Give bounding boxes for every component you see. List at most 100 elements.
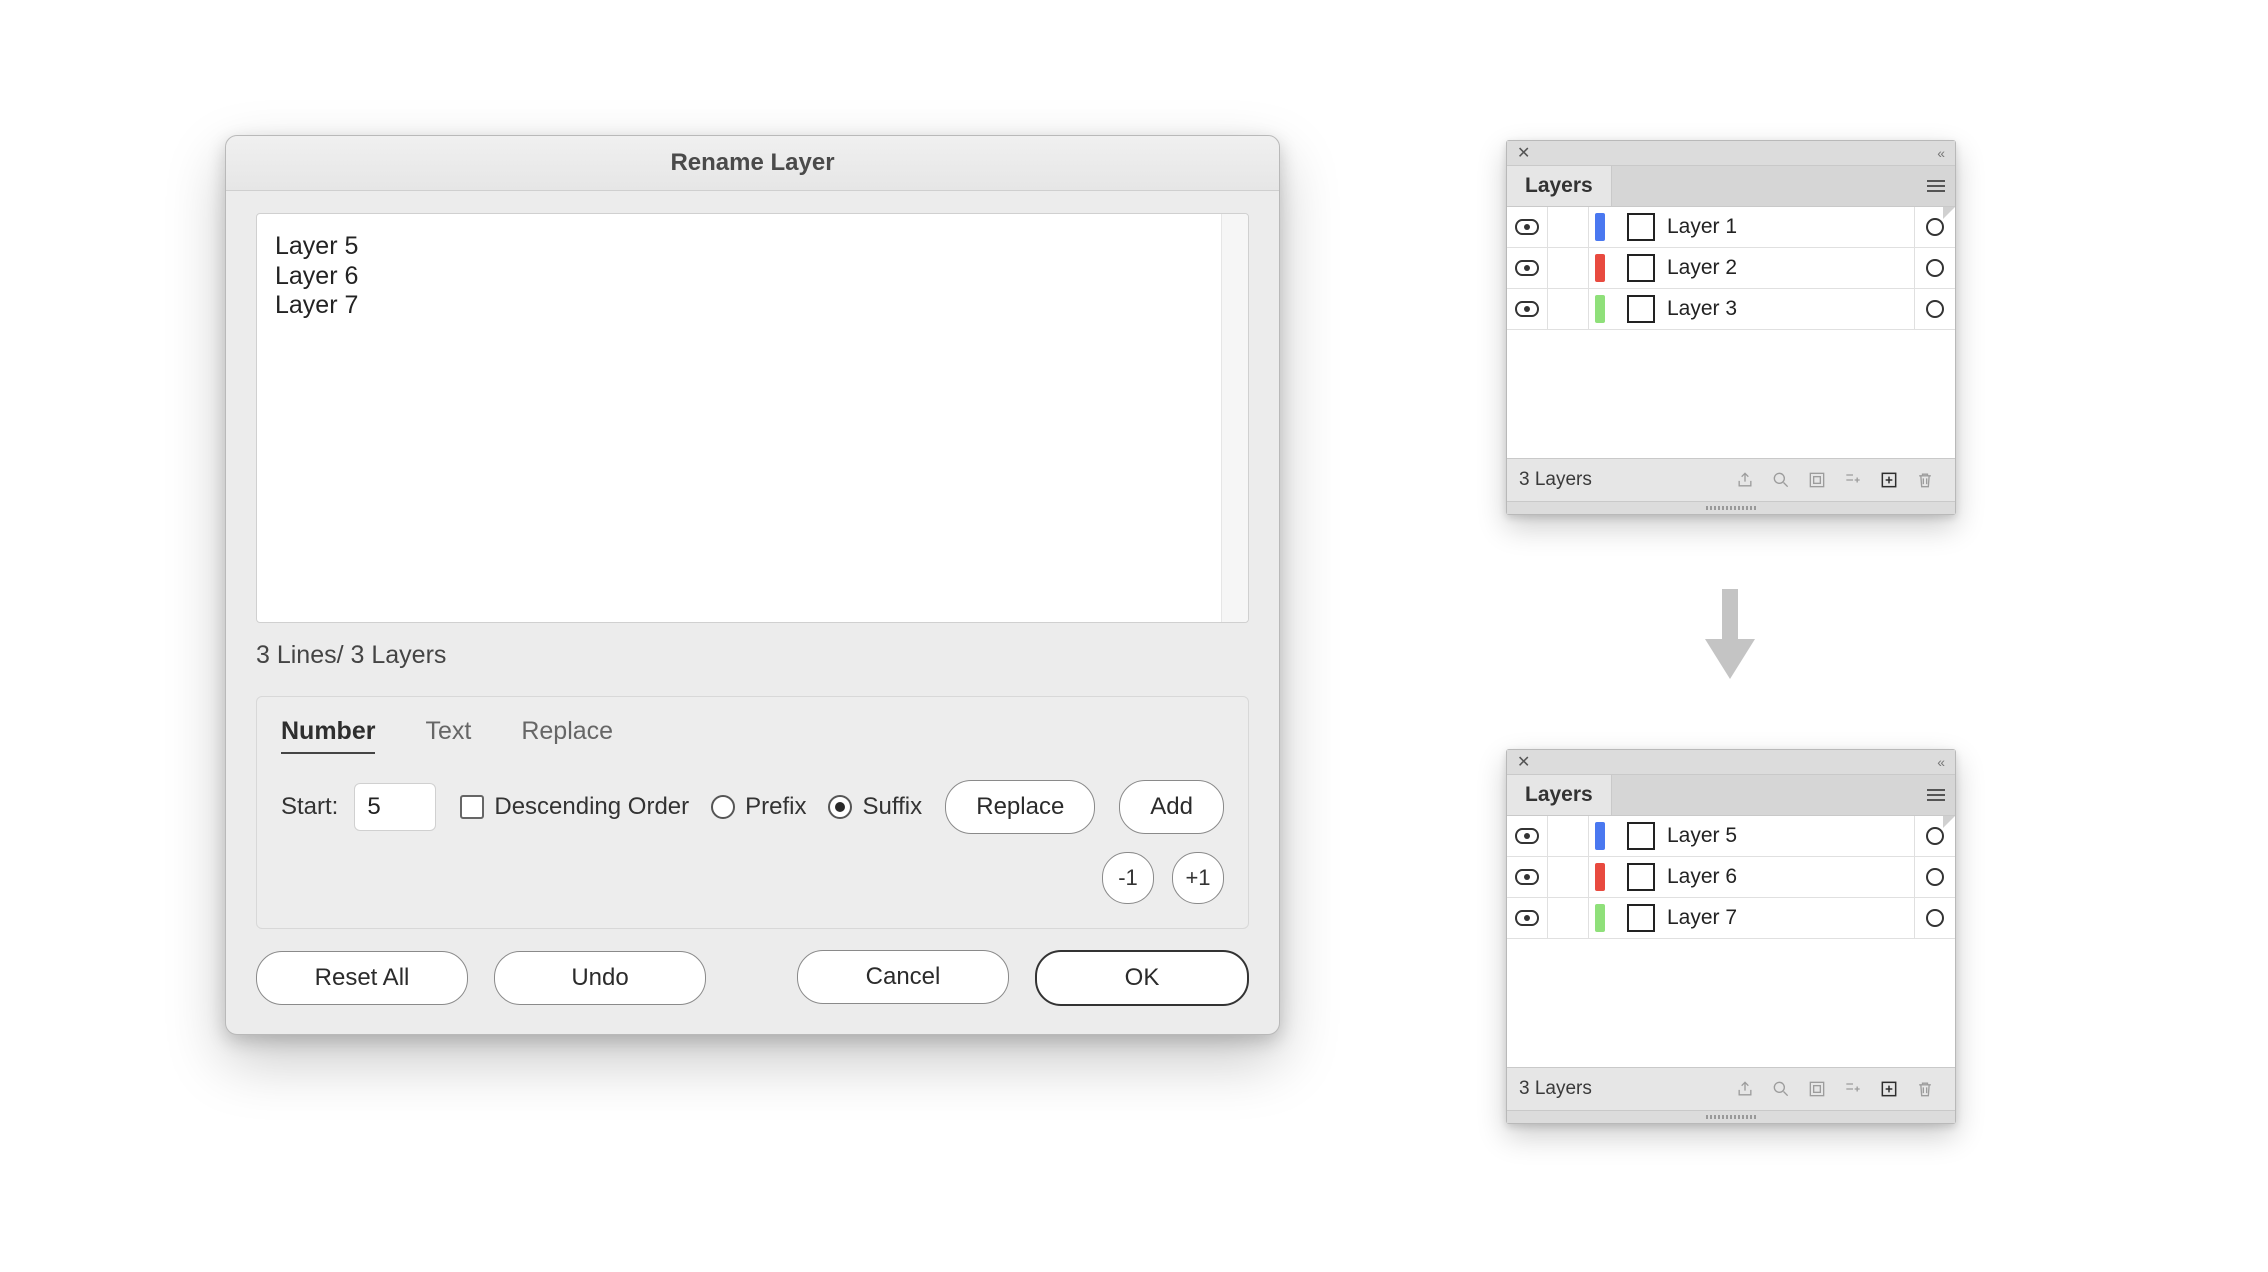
eye-icon xyxy=(1515,828,1539,844)
suffix-radio[interactable]: Suffix xyxy=(828,793,922,821)
descending-label: Descending Order xyxy=(494,793,689,821)
layer-row[interactable]: Layer 5 xyxy=(1507,816,1955,857)
trash-icon[interactable] xyxy=(1911,466,1939,494)
resize-grip[interactable] xyxy=(1507,1110,1955,1123)
panel-menu-icon[interactable] xyxy=(1927,789,1945,801)
export-icon[interactable] xyxy=(1731,466,1759,494)
preview-scrollbar[interactable] xyxy=(1221,214,1248,622)
panel-footer: 3 Layers xyxy=(1507,1067,1955,1110)
layers-tab[interactable]: Layers xyxy=(1507,166,1612,206)
start-input[interactable] xyxy=(354,783,436,831)
layer-color-chip xyxy=(1595,863,1605,891)
visibility-toggle[interactable] xyxy=(1507,207,1548,247)
radio-icon xyxy=(711,795,735,819)
new-layer-icon[interactable] xyxy=(1875,1075,1903,1103)
export-icon[interactable] xyxy=(1731,1075,1759,1103)
start-label: Start: xyxy=(281,793,338,821)
lock-column[interactable] xyxy=(1548,207,1589,247)
layer-row[interactable]: Layer 3 xyxy=(1507,289,1955,330)
options-dogear-icon[interactable] xyxy=(1943,816,1955,828)
visibility-toggle[interactable] xyxy=(1507,248,1548,288)
minus-one-button[interactable]: -1 xyxy=(1102,852,1154,904)
layer-thumbnail xyxy=(1627,295,1655,323)
descending-checkbox[interactable]: Descending Order xyxy=(460,793,689,821)
tab-replace[interactable]: Replace xyxy=(521,717,613,754)
target-toggle[interactable] xyxy=(1914,248,1955,288)
new-layer-icon[interactable] xyxy=(1875,466,1903,494)
target-icon xyxy=(1926,909,1944,927)
layers-panel-before: ✕ « Layers Layer 1 Layer 2 Layer 3 3 Layer… xyxy=(1506,140,1956,515)
layer-name[interactable]: Layer 7 xyxy=(1667,906,1914,930)
layer-thumbnail xyxy=(1627,863,1655,891)
add-button[interactable]: Add xyxy=(1119,780,1224,834)
eye-icon xyxy=(1515,869,1539,885)
tab-text[interactable]: Text xyxy=(425,717,471,754)
layer-row[interactable]: Layer 2 xyxy=(1507,248,1955,289)
close-icon[interactable]: ✕ xyxy=(1517,143,1530,163)
layers-list: Layer 1 Layer 2 Layer 3 xyxy=(1507,207,1955,330)
layer-name[interactable]: Layer 5 xyxy=(1667,824,1914,848)
search-icon[interactable] xyxy=(1767,466,1795,494)
panel-footer: 3 Layers xyxy=(1507,458,1955,501)
layer-thumbnail xyxy=(1627,822,1655,850)
clip-icon[interactable] xyxy=(1803,1075,1831,1103)
lock-column[interactable] xyxy=(1548,289,1589,329)
undo-button[interactable]: Undo xyxy=(494,951,706,1005)
sublayer-icon[interactable] xyxy=(1839,466,1867,494)
trash-icon[interactable] xyxy=(1911,1075,1939,1103)
lock-column[interactable] xyxy=(1548,898,1589,938)
visibility-toggle[interactable] xyxy=(1507,289,1548,329)
layer-row[interactable]: Layer 1 xyxy=(1507,207,1955,248)
tab-number[interactable]: Number xyxy=(281,717,375,754)
clip-icon[interactable] xyxy=(1803,466,1831,494)
layer-name[interactable]: Layer 1 xyxy=(1667,215,1914,239)
target-toggle[interactable] xyxy=(1914,289,1955,329)
target-toggle[interactable] xyxy=(1914,898,1955,938)
panel-topstrip[interactable]: ✕ « xyxy=(1507,141,1955,166)
dialog-footer: Reset All Undo Cancel OK xyxy=(256,950,1249,1006)
dialog-titlebar[interactable]: Rename Layer xyxy=(226,136,1279,191)
checkbox-icon xyxy=(460,795,484,819)
preview-text: Layer 5 Layer 6 Layer 7 xyxy=(275,232,1240,321)
preview-textarea[interactable]: Layer 5 Layer 6 Layer 7 xyxy=(256,213,1249,623)
lock-column[interactable] xyxy=(1548,857,1589,897)
replace-button[interactable]: Replace xyxy=(945,780,1095,834)
prefix-radio[interactable]: Prefix xyxy=(711,793,806,821)
resize-grip[interactable] xyxy=(1507,501,1955,514)
visibility-toggle[interactable] xyxy=(1507,898,1548,938)
collapse-icon[interactable]: « xyxy=(1937,145,1945,161)
rename-layer-dialog: Rename Layer Layer 5 Layer 6 Layer 7 3 L… xyxy=(225,135,1280,1035)
layer-color-chip xyxy=(1595,254,1605,282)
layer-thumbnail xyxy=(1627,254,1655,282)
sublayer-icon[interactable] xyxy=(1839,1075,1867,1103)
target-icon xyxy=(1926,259,1944,277)
radio-icon xyxy=(828,795,852,819)
status-line: 3 Lines/ 3 Layers xyxy=(256,641,1249,670)
reset-all-button[interactable]: Reset All xyxy=(256,951,468,1005)
eye-icon xyxy=(1515,910,1539,926)
target-icon xyxy=(1926,300,1944,318)
layer-row[interactable]: Layer 7 xyxy=(1507,898,1955,939)
layer-name[interactable]: Layer 3 xyxy=(1667,297,1914,321)
layers-tab[interactable]: Layers xyxy=(1507,775,1612,815)
search-icon[interactable] xyxy=(1767,1075,1795,1103)
panel-topstrip[interactable]: ✕ « xyxy=(1507,750,1955,775)
layer-name[interactable]: Layer 2 xyxy=(1667,256,1914,280)
layer-row[interactable]: Layer 6 xyxy=(1507,857,1955,898)
dialog-title: Rename Layer xyxy=(670,149,834,177)
lock-column[interactable] xyxy=(1548,248,1589,288)
target-toggle[interactable] xyxy=(1914,857,1955,897)
visibility-toggle[interactable] xyxy=(1507,816,1548,856)
cancel-button[interactable]: Cancel xyxy=(797,950,1009,1004)
eye-icon xyxy=(1515,260,1539,276)
layer-color-chip xyxy=(1595,295,1605,323)
close-icon[interactable]: ✕ xyxy=(1517,752,1530,772)
panel-menu-icon[interactable] xyxy=(1927,180,1945,192)
lock-column[interactable] xyxy=(1548,816,1589,856)
visibility-toggle[interactable] xyxy=(1507,857,1548,897)
options-dogear-icon[interactable] xyxy=(1943,207,1955,219)
collapse-icon[interactable]: « xyxy=(1937,754,1945,770)
ok-button[interactable]: OK xyxy=(1035,950,1249,1006)
plus-one-button[interactable]: +1 xyxy=(1172,852,1224,904)
layer-name[interactable]: Layer 6 xyxy=(1667,865,1914,889)
